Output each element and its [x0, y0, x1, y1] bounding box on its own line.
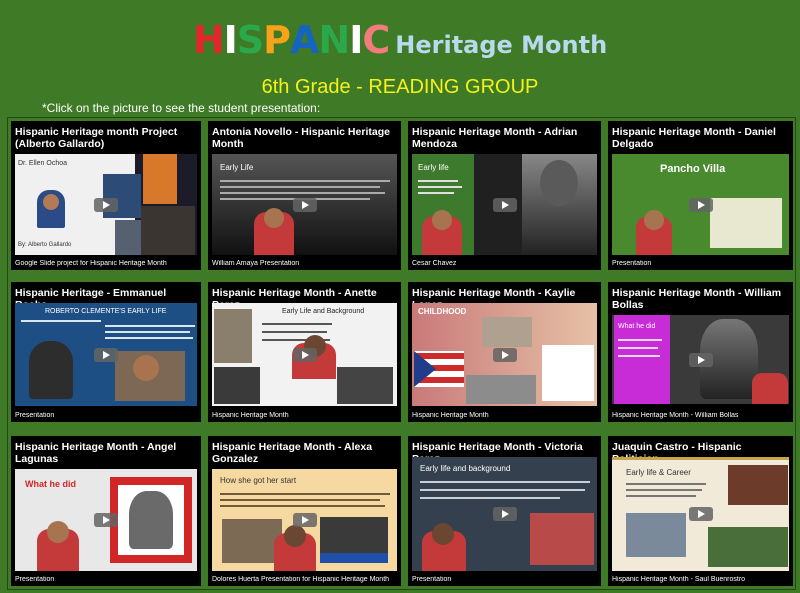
video-thumbnail[interactable]: Early life and background — [412, 457, 597, 571]
presentation-card[interactable]: Hispanic Heritage - Emmanuel Rocha ROBER… — [11, 282, 201, 422]
title-letter: A — [290, 18, 319, 62]
card-caption: Hispanic Heritage Month — [212, 412, 289, 419]
presentation-card[interactable]: Hispanic Heritage month Project (Alberto… — [11, 121, 201, 270]
card-caption: Google Slide project for Hispanic Herita… — [15, 260, 167, 267]
slide-author: By: Alberto Gallardo — [18, 242, 72, 248]
video-thumbnail[interactable]: ROBERTO CLEMENTE'S EARLY LIFE — [15, 303, 197, 406]
video-thumbnail[interactable]: Pancho Villa — [612, 154, 789, 255]
card-title: Hispanic Heritage Month - Adrian Mendoza — [412, 126, 578, 150]
play-icon[interactable] — [94, 513, 118, 527]
play-icon[interactable] — [492, 507, 517, 521]
card-caption: Hispanic Heritage Month — [412, 412, 489, 419]
play-icon[interactable] — [492, 347, 517, 362]
presentation-card[interactable]: Hispanic Heritage Month - Daniel Delgado… — [608, 121, 793, 270]
slide-heading: Early Life — [220, 163, 254, 172]
heritage-month-title: Heritage Month — [395, 31, 608, 59]
slide-heading: What he did — [25, 479, 76, 489]
video-thumbnail[interactable]: How she got her start — [212, 469, 397, 571]
instruction-text: *Click on the picture to see the student… — [42, 101, 321, 115]
play-icon[interactable] — [94, 197, 118, 212]
slide-heading: How she got her start — [220, 476, 297, 485]
card-caption: Presentation — [612, 260, 652, 267]
play-icon[interactable] — [688, 507, 713, 521]
card-caption: Presentation — [15, 576, 55, 583]
video-thumbnail[interactable]: Early Life — [212, 154, 397, 255]
slide-heading: Dr. Ellen Ochoa — [18, 160, 68, 167]
video-thumbnail[interactable]: What he did — [612, 315, 789, 404]
slide-heading: Early life & Career — [626, 468, 691, 477]
card-title: Hispanic Heritage month Project (Alberto… — [15, 126, 178, 150]
card-caption: Hispanic Heritage Month - William Bollas — [612, 412, 739, 419]
video-thumbnail[interactable]: Early life — [412, 154, 597, 255]
video-thumbnail[interactable]: Early life & Career — [612, 457, 789, 571]
play-icon[interactable] — [292, 513, 317, 527]
slide-heading: Early Life and Background — [282, 308, 365, 315]
video-thumbnail[interactable]: Early Life and Background — [212, 303, 397, 406]
presentation-card[interactable]: Hispanic Heritage Month - Adrian Mendoza… — [408, 121, 601, 270]
page-header: HISPANIC Heritage Month — [0, 18, 800, 64]
slide-heading: Early life — [418, 163, 449, 172]
presentation-card[interactable]: Hispanic Heritage Month - William Bollas… — [608, 282, 793, 422]
hispanic-colorful-title: HISPANIC — [192, 18, 390, 62]
title-letter: C — [362, 18, 390, 62]
slide-heading: Early life and background — [420, 464, 511, 473]
presentation-card[interactable]: Hispanic Heritage Month - Anette Perez E… — [208, 282, 401, 422]
presentation-card[interactable]: Antonia Novello - Hispanic Heritage Mont… — [208, 121, 401, 270]
page-subtitle: 6th Grade - READING GROUP — [261, 76, 539, 98]
play-icon[interactable] — [688, 197, 713, 212]
video-thumbnail[interactable]: Dr. Ellen Ochoa By: Alberto Gallardo — [15, 154, 197, 255]
presentation-grid: Hispanic Heritage month Project (Alberto… — [7, 117, 796, 590]
play-icon[interactable] — [688, 352, 713, 367]
slide-heading: Pancho Villa — [660, 163, 726, 175]
play-icon[interactable] — [94, 347, 118, 362]
card-caption: William Amaya Presentation — [212, 260, 300, 267]
title-letter: H — [192, 18, 225, 62]
presentation-card[interactable]: Hispanic Heritage Month - Alexa Gonzalez… — [208, 436, 401, 586]
title-letter: S — [236, 18, 264, 62]
card-caption: Hispanic Heritage Month - Saul Buenrostr… — [612, 576, 746, 583]
card-title: Antonia Novello - Hispanic Heritage Mont… — [212, 126, 390, 150]
title-letter: N — [318, 18, 350, 62]
title-letter: I — [349, 18, 363, 62]
card-caption: Presentation — [412, 576, 452, 583]
presentation-card[interactable]: Hispanic Heritage Month - Victoria Perez… — [408, 436, 601, 586]
presentation-card[interactable]: Hispanic Heritage Month - Angel Lagunas … — [11, 436, 201, 586]
slide-heading: What he did — [618, 323, 656, 330]
card-title: Hispanic Heritage Month - William Bollas — [612, 287, 782, 311]
card-title: Hispanic Heritage Month - Angel Lagunas — [15, 441, 177, 465]
presentation-card[interactable]: Juaquin Castro - Hispanic Politician Ear… — [608, 436, 793, 586]
video-thumbnail[interactable]: What he did — [15, 469, 197, 571]
card-caption: Cesar Chavez — [412, 260, 457, 267]
card-title: Hispanic Heritage Month - Alexa Gonzalez — [212, 441, 373, 465]
title-letter: I — [223, 18, 238, 62]
slide-heading: ROBERTO CLEMENTE'S EARLY LIFE — [45, 308, 167, 315]
video-thumbnail[interactable]: CHILDHOOD — [412, 303, 597, 406]
title-letter: P — [263, 18, 291, 62]
card-caption: Presentation — [15, 412, 55, 419]
play-icon[interactable] — [492, 197, 517, 212]
play-icon[interactable] — [292, 197, 317, 212]
play-icon[interactable] — [292, 347, 317, 362]
card-title: Hispanic Heritage Month - Daniel Delgado — [612, 126, 776, 150]
card-caption: Dolores Huerta Presentation for Hispanic… — [212, 576, 390, 583]
slide-heading: CHILDHOOD — [418, 307, 467, 316]
presentation-card[interactable]: Hispanic Heritage Month - Kaylie Lopez C… — [408, 282, 601, 422]
